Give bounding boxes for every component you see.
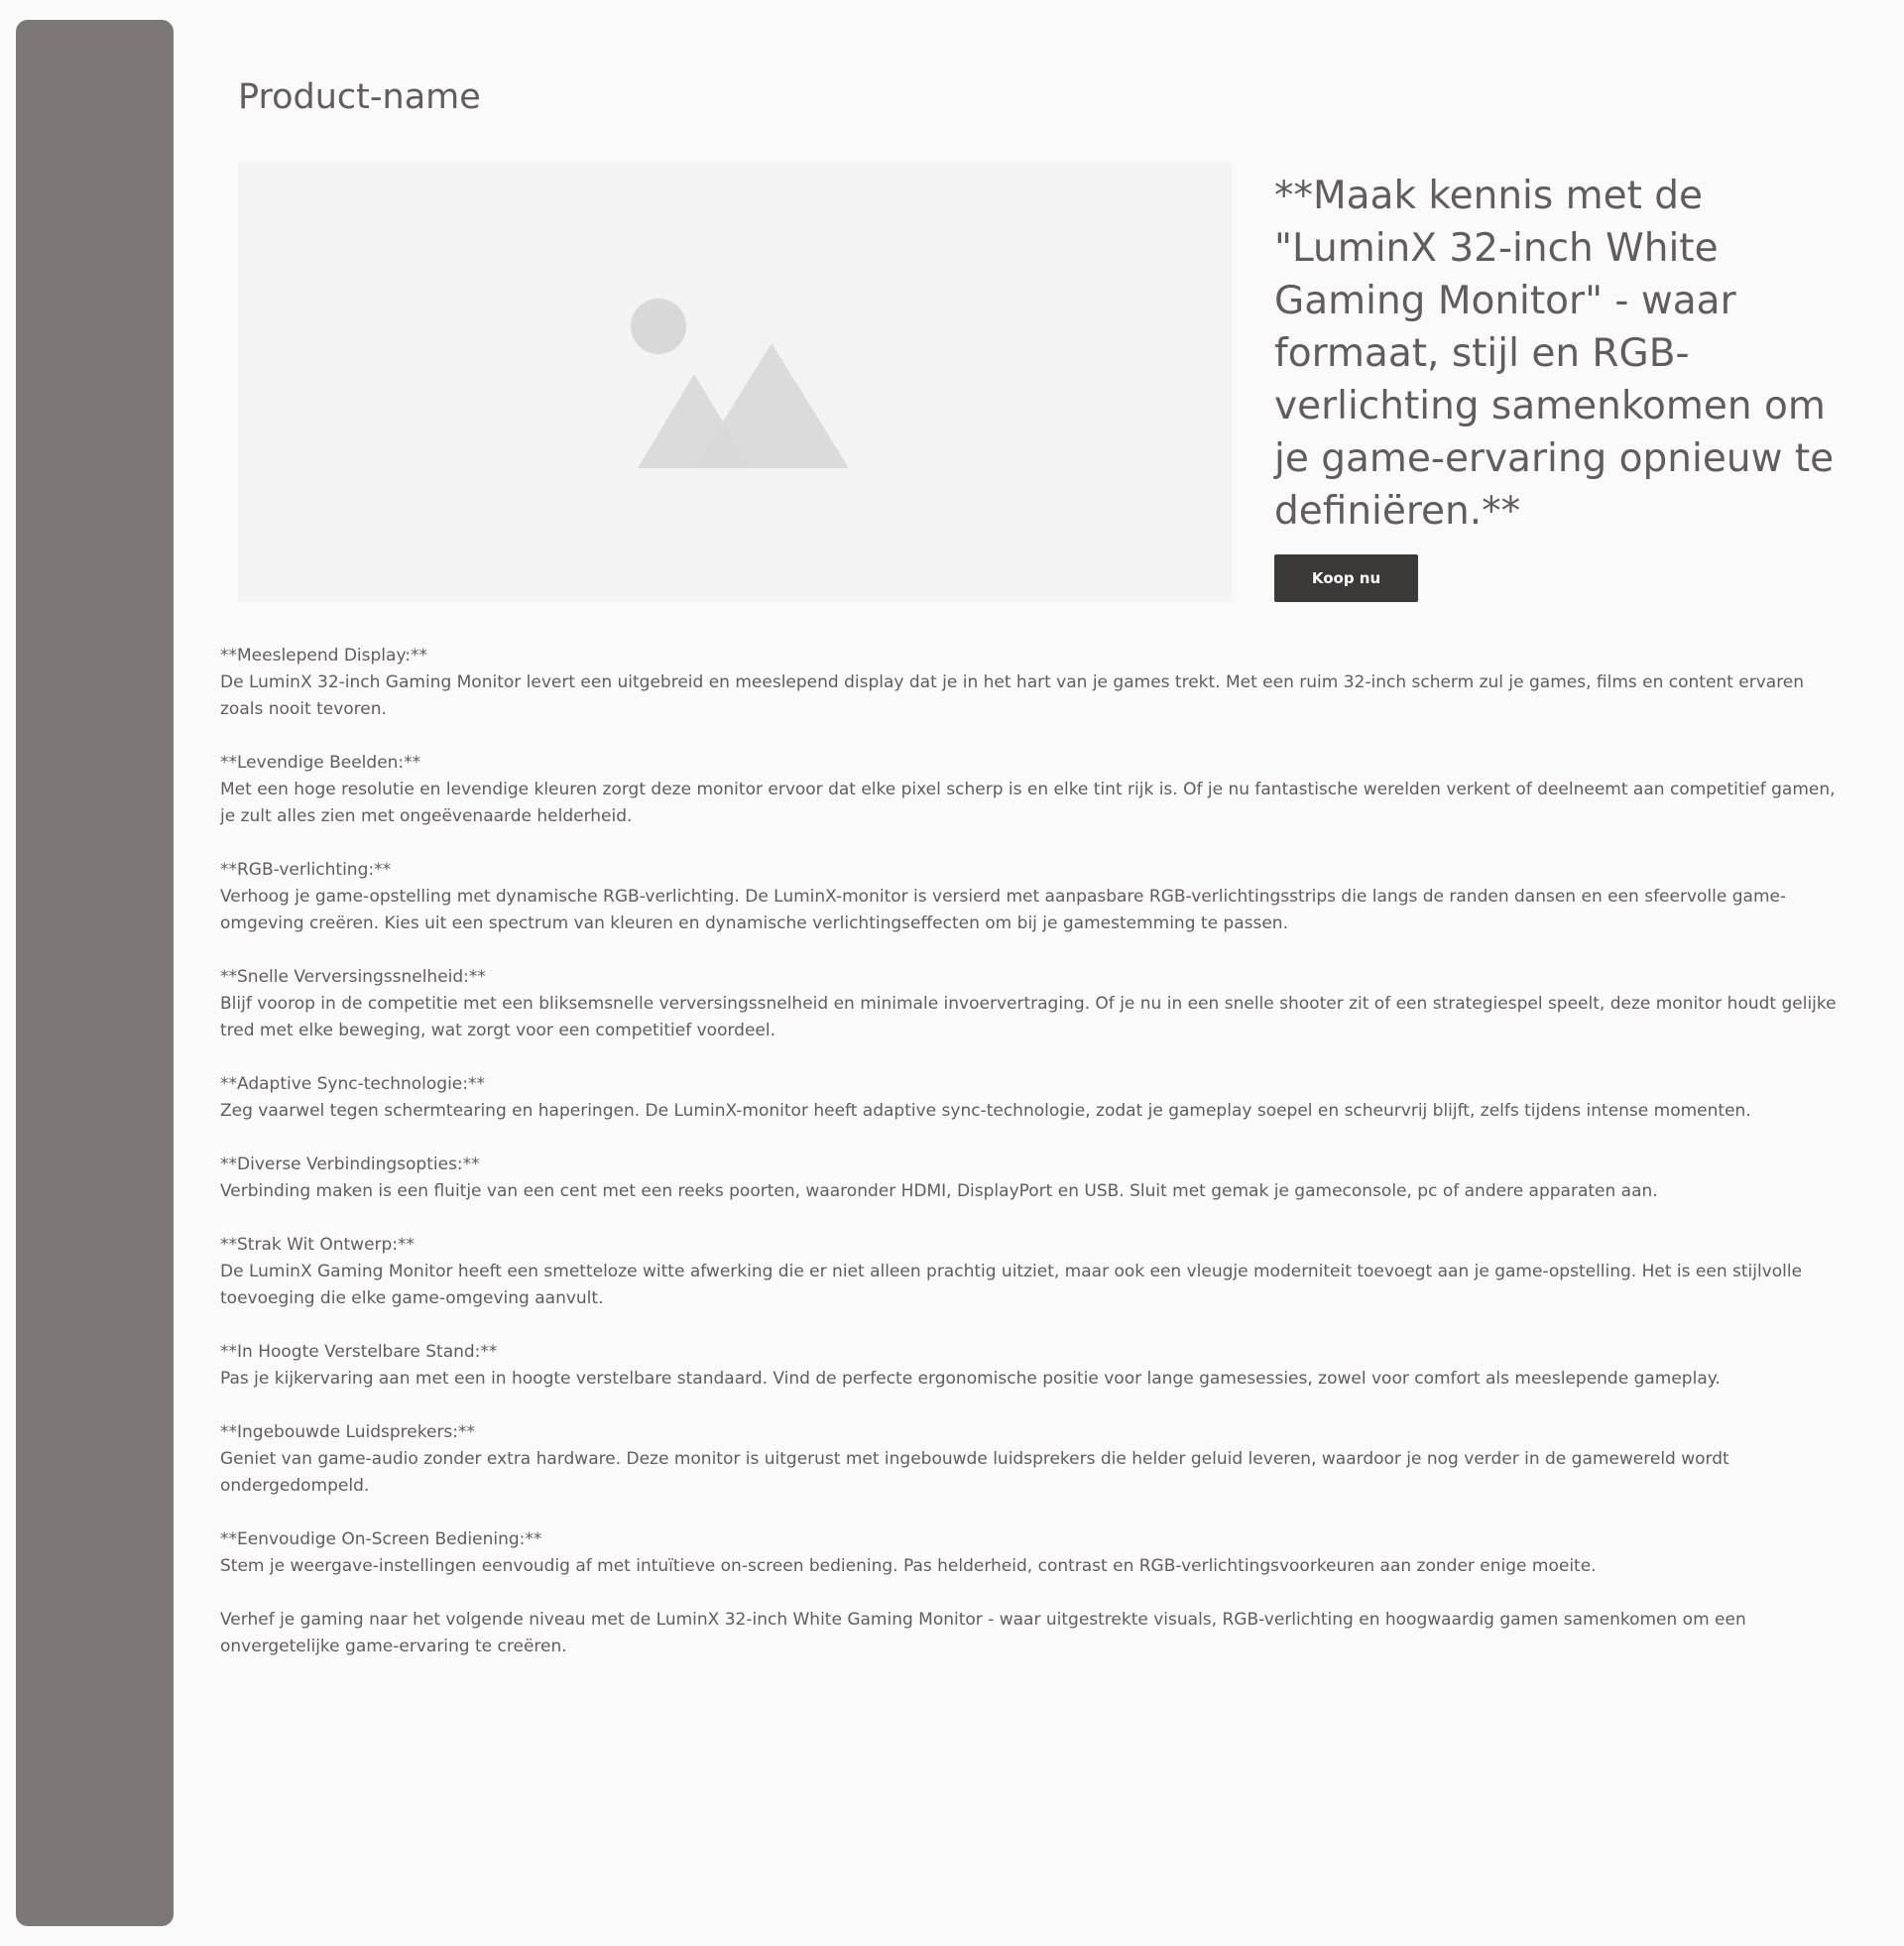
feature-body: Geniet van game-audio zonder extra hardw… [220,1449,1729,1496]
feature-heading: **Strak Wit Ontwerp:** [220,1235,416,1255]
feature-body: Pas je kijkervaring aan met een in hoogt… [220,1369,1721,1389]
feature-body: Verhoog je game-opstelling met dynamisch… [220,887,1787,933]
feature-body: Verbinding maken is een fluitje van een … [220,1181,1658,1201]
feature-item: **RGB-verlichting:** Verhoog je game-ops… [220,857,1851,937]
feature-heading: **RGB-verlichting:** [220,860,392,880]
feature-heading: **Adaptive Sync-technologie:** [220,1074,485,1094]
feature-item: **Eenvoudige On-Screen Bediening:** Stem… [220,1526,1851,1580]
page-title: Product-name [238,77,481,117]
feature-item: **Strak Wit Ontwerp:** De LuminX Gaming … [220,1232,1851,1312]
feature-item: **Adaptive Sync-technologie:** Zeg vaarw… [220,1071,1851,1125]
feature-item: **In Hoogte Verstelbare Stand:** Pas je … [220,1339,1851,1393]
feature-heading: **Eenvoudige On-Screen Bediening:** [220,1529,542,1549]
product-description: **Meeslepend Display:** De LuminX 32-inc… [220,643,1851,1687]
feature-body: Zeg vaarwel tegen schermtearing en haper… [220,1101,1751,1121]
feature-body: Blijf voorop in de competitie met een bl… [220,994,1837,1040]
feature-body: Met een hoge resolutie en levendige kleu… [220,780,1836,826]
feature-heading: **Meeslepend Display:** [220,646,427,666]
product-tagline: **Maak kennis met de "LuminX 32-inch Whi… [1274,174,1835,534]
feature-body: De LuminX Gaming Monitor heeft een smett… [220,1262,1803,1308]
feature-list: **Meeslepend Display:** De LuminX 32-inc… [220,643,1851,1580]
buy-now-button[interactable]: Koop nu [1274,554,1418,602]
feature-body: De LuminX 32-inch Gaming Monitor levert … [220,672,1805,719]
image-placeholder-icon [631,299,848,468]
feature-item: **Meeslepend Display:** De LuminX 32-inc… [220,643,1851,723]
feature-item: **Snelle Verversingssnelheid:** Blijf vo… [220,964,1851,1044]
feature-heading: **Levendige Beelden:** [220,753,421,773]
feature-heading: **Snelle Verversingssnelheid:** [220,967,486,987]
feature-item: **Diverse Verbindingsopties:** Verbindin… [220,1152,1851,1205]
feature-item: **Ingebouwde Luidsprekers:** Geniet van … [220,1419,1851,1500]
sidebar [16,20,174,1926]
product-image [238,163,1232,602]
feature-item: **Levendige Beelden:** Met een hoge reso… [220,750,1851,830]
feature-body: Stem je weergave-instellingen eenvoudig … [220,1556,1597,1576]
feature-heading: **Ingebouwde Luidsprekers:** [220,1422,476,1442]
closing-paragraph: Verhef je gaming naar het volgende nivea… [220,1610,1746,1656]
feature-heading: **Diverse Verbindingsopties:** [220,1155,480,1174]
feature-heading: **In Hoogte Verstelbare Stand:** [220,1342,498,1362]
